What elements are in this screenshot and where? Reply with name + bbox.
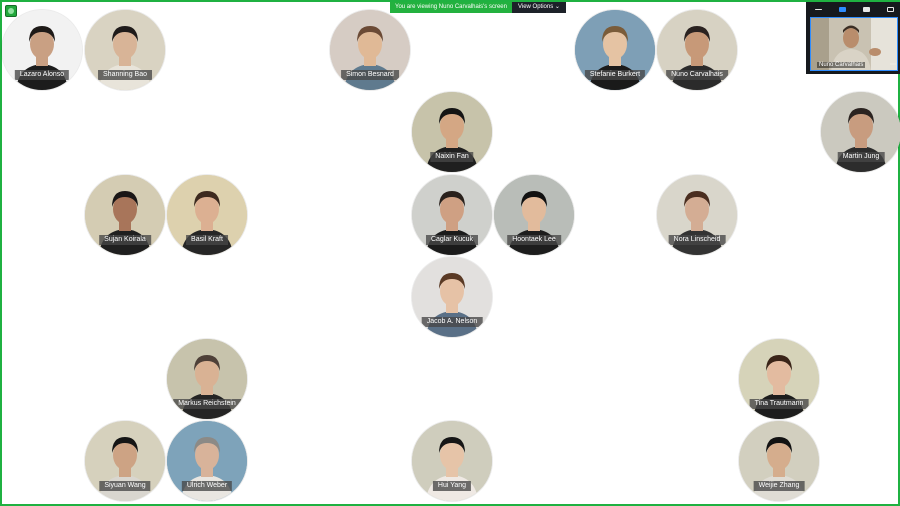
participant-tile[interactable]: Sujan Koirala: [85, 175, 165, 255]
participant-name-label: Jacob A. Nelson: [421, 317, 483, 327]
participant-name-label: Basil Kraft: [186, 235, 228, 245]
participant-name-label: Shanning Bao: [98, 70, 152, 80]
participant-tile[interactable]: Ulrich Weber: [167, 421, 247, 501]
participant-name-label: Markus Reichstein: [173, 399, 241, 409]
participant-tile[interactable]: Nuno Carvalhais: [657, 10, 737, 90]
participant-tile[interactable]: Markus Reichstein: [167, 339, 247, 419]
participant-tile[interactable]: Naixin Fan: [412, 92, 492, 172]
participant-name-label: Naixin Fan: [430, 152, 474, 162]
participant-tile[interactable]: Siyuan Wang: [85, 421, 165, 501]
participant-name-label: Hui Yang: [432, 481, 472, 491]
participant-tile[interactable]: Simon Besnard: [330, 10, 410, 90]
participant-name-label: Weijie Zhang: [753, 481, 805, 491]
shared-screen-area: You are viewing Nuno Carvalhais's screen…: [0, 0, 900, 506]
participant-tile[interactable]: Basil Kraft: [167, 175, 247, 255]
chevron-down-icon: ⌄: [554, 4, 560, 10]
participant-tile[interactable]: Hoontaek Lee: [494, 175, 574, 255]
participant-tile[interactable]: Martin Jung: [821, 92, 900, 172]
gallery-view-icon[interactable]: [886, 6, 894, 12]
participant-name-label: Tina Trautmann: [749, 399, 809, 409]
participant-tile[interactable]: Stefanie Burkert: [575, 10, 655, 90]
self-video-feed: Nuno Carvalhais ⋯: [810, 17, 898, 71]
participant-name-label: Stefanie Burkert: [584, 70, 646, 80]
participant-tile[interactable]: Nora Linscheid: [657, 175, 737, 255]
participant-name-label: Sujan Koirala: [99, 235, 151, 245]
participant-name-label: Hoontaek Lee: [507, 235, 561, 245]
participant-tile[interactable]: Shanning Bao: [85, 10, 165, 90]
participant-tile[interactable]: Jacob A. Nelson: [412, 257, 492, 337]
participant-name-label: Ulrich Weber: [181, 481, 233, 491]
participant-tile[interactable]: Hui Yang: [412, 421, 492, 501]
filmstrip-icon[interactable]: [862, 6, 870, 12]
minimize-icon[interactable]: [814, 8, 822, 10]
self-video-panel[interactable]: Nuno Carvalhais ⋯: [806, 2, 900, 74]
participant-name-label: Nuno Carvalhais: [666, 70, 728, 80]
participant-tile[interactable]: Lazaro Alonso: [2, 10, 82, 90]
view-options-label: View Options: [517, 4, 554, 10]
self-name-label: Nuno Carvalhais: [817, 62, 866, 68]
view-options-button[interactable]: View Options ⌄: [511, 2, 566, 13]
participant-name-label: Siyuan Wang: [99, 481, 151, 491]
participant-name-label: Nora Linscheid: [668, 235, 726, 245]
participant-name-label: Martin Jung: [837, 152, 885, 162]
participant-name-label: Simon Besnard: [341, 70, 399, 80]
screen-share-banner: You are viewing Nuno Carvalhais's screen…: [390, 2, 566, 13]
participant-tile[interactable]: Tina Trautmann: [739, 339, 819, 419]
participant-name-label: Caglar Kucuk: [425, 235, 479, 245]
participant-name-label: Lazaro Alonso: [14, 70, 70, 80]
participant-tile[interactable]: Caglar Kucuk: [412, 175, 492, 255]
speaker-view-icon[interactable]: [838, 6, 846, 12]
more-options-icon[interactable]: ⋯: [890, 61, 896, 68]
participant-tile[interactable]: Weijie Zhang: [739, 421, 819, 501]
video-panel-toolbar: [806, 2, 900, 16]
